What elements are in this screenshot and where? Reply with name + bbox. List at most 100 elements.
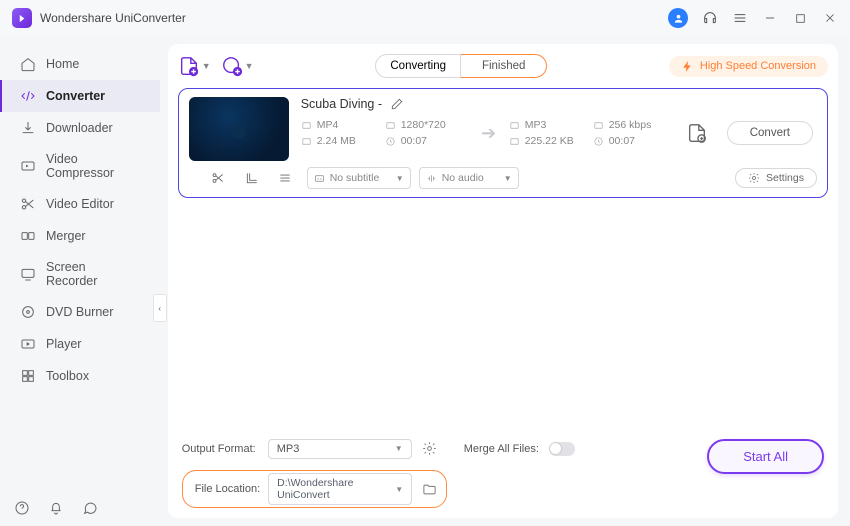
output-settings-icon[interactable]	[422, 441, 438, 457]
format-icon	[301, 120, 312, 131]
subtitle-value: No subtitle	[330, 172, 380, 184]
high-speed-conversion-button[interactable]: High Speed Conversion	[669, 56, 828, 77]
dst-bitrate: 256 kbps	[609, 119, 652, 131]
merger-icon	[20, 228, 36, 244]
sidebar-item-dvd-burner[interactable]: DVD Burner	[0, 296, 160, 328]
src-resolution: 1280*720	[401, 119, 446, 131]
help-icon[interactable]	[14, 500, 30, 516]
sidebar-item-label: Player	[46, 337, 81, 351]
bottom-bar: Output Format: MP3▼ Merge All Files: Sta…	[178, 421, 828, 508]
sidebar-item-label: Home	[46, 57, 79, 71]
sidebar-item-label: Screen Recorder	[46, 260, 140, 288]
edit-name-icon[interactable]	[390, 97, 404, 111]
player-icon	[20, 336, 36, 352]
subtitle-dropdown[interactable]: No subtitle ▼	[307, 167, 411, 189]
output-format-label: Output Format:	[182, 443, 258, 455]
sidebar-item-screen-recorder[interactable]: Screen Recorder	[0, 252, 160, 296]
sidebar-collapse-button[interactable]: ‹	[153, 294, 167, 322]
resolution-icon	[385, 120, 396, 131]
open-folder-icon[interactable]	[420, 481, 438, 497]
settings-label: Settings	[766, 172, 804, 184]
chevron-down-icon: ▼	[396, 174, 404, 183]
content-panel: ▼ ▼ Converting Finished High Speed Conve…	[168, 44, 838, 518]
output-format-dropdown[interactable]: MP3▼	[268, 439, 412, 459]
convert-button[interactable]: Convert	[727, 121, 813, 145]
scissors-icon	[20, 196, 36, 212]
crop-icon[interactable]	[245, 171, 259, 185]
bitrate-icon	[593, 120, 604, 131]
file-location-group: File Location: D:\Wondershare UniConvert…	[182, 470, 447, 508]
sidebar-item-label: Video Compressor	[46, 152, 140, 180]
audio-dropdown[interactable]: No audio ▼	[419, 167, 519, 189]
src-duration: 00:07	[401, 135, 427, 147]
trim-icon[interactable]	[211, 171, 225, 185]
sidebar-item-downloader[interactable]: Downloader	[0, 112, 160, 144]
recorder-icon	[20, 266, 36, 282]
settings-button[interactable]: Settings	[735, 168, 817, 188]
window-close-icon[interactable]	[822, 10, 838, 26]
arrow-right-icon: ➔	[475, 123, 503, 144]
chevron-down-icon: ▼	[245, 61, 254, 71]
start-all-button[interactable]: Start All	[707, 439, 824, 474]
headset-icon[interactable]	[702, 10, 718, 26]
size-icon	[301, 136, 312, 147]
format-icon	[509, 120, 520, 131]
sidebar-item-label: Downloader	[46, 121, 113, 135]
effects-icon[interactable]	[278, 171, 292, 185]
sidebar-item-merger[interactable]: Merger	[0, 220, 160, 252]
src-size: 2.24 MB	[317, 135, 356, 147]
merge-all-label: Merge All Files:	[464, 443, 539, 455]
file-location-dropdown[interactable]: D:\Wondershare UniConvert▼	[268, 473, 412, 505]
download-icon	[20, 120, 36, 136]
dst-duration: 00:07	[609, 135, 635, 147]
sidebar-item-video-compressor[interactable]: Video Compressor	[0, 144, 160, 188]
file-name: Scuba Diving -	[301, 97, 382, 111]
user-avatar[interactable]	[668, 8, 688, 28]
dst-format: MP3	[525, 119, 547, 131]
compressor-icon	[20, 158, 36, 174]
file-item-card: Scuba Diving - MP4 2.24 MB 1280*720 00:0…	[178, 88, 828, 198]
sidebar-item-player[interactable]: Player	[0, 328, 160, 360]
add-url-button[interactable]: ▼	[221, 55, 254, 77]
audio-value: No audio	[442, 172, 484, 184]
tab-converting[interactable]: Converting	[375, 54, 461, 78]
file-location-value: D:\Wondershare UniConvert	[277, 477, 395, 501]
sidebar-item-label: Video Editor	[46, 197, 114, 211]
video-thumbnail[interactable]	[189, 97, 289, 161]
bell-icon[interactable]	[48, 500, 64, 516]
size-icon	[509, 136, 520, 147]
dst-size: 225.22 KB	[525, 135, 574, 147]
menu-icon[interactable]	[732, 10, 748, 26]
app-logo	[12, 8, 32, 28]
clock-icon	[593, 136, 604, 147]
converter-icon	[20, 88, 36, 104]
window-minimize-icon[interactable]	[762, 10, 778, 26]
disc-icon	[20, 304, 36, 320]
output-format-value: MP3	[277, 443, 300, 455]
sidebar-item-label: Merger	[46, 229, 86, 243]
audio-icon	[426, 173, 437, 184]
clock-icon	[385, 136, 396, 147]
sidebar-item-label: Toolbox	[46, 369, 89, 383]
sidebar-item-label: Converter	[46, 89, 105, 103]
subtitle-icon	[314, 173, 325, 184]
add-file-button[interactable]: ▼	[178, 55, 211, 77]
tab-finished[interactable]: Finished	[461, 54, 547, 78]
app-title: Wondershare UniConverter	[40, 11, 186, 25]
home-icon	[20, 56, 36, 72]
sidebar-item-toolbox[interactable]: Toolbox	[0, 360, 160, 392]
feedback-icon[interactable]	[82, 500, 98, 516]
sidebar-item-label: DVD Burner	[46, 305, 113, 319]
sidebar-item-converter[interactable]: Converter	[0, 80, 160, 112]
merge-all-toggle[interactable]	[549, 442, 575, 456]
sidebar: Home Converter Downloader Video Compress…	[0, 36, 160, 526]
sidebar-item-home[interactable]: Home	[0, 48, 160, 80]
chevron-down-icon: ▼	[395, 485, 403, 494]
toolbox-icon	[20, 368, 36, 384]
titlebar: Wondershare UniConverter	[0, 0, 850, 36]
sidebar-item-video-editor[interactable]: Video Editor	[0, 188, 160, 220]
chevron-down-icon: ▼	[504, 174, 512, 183]
output-format-icon[interactable]	[683, 119, 711, 147]
status-tabs: Converting Finished	[375, 54, 547, 78]
window-maximize-icon[interactable]	[792, 10, 808, 26]
